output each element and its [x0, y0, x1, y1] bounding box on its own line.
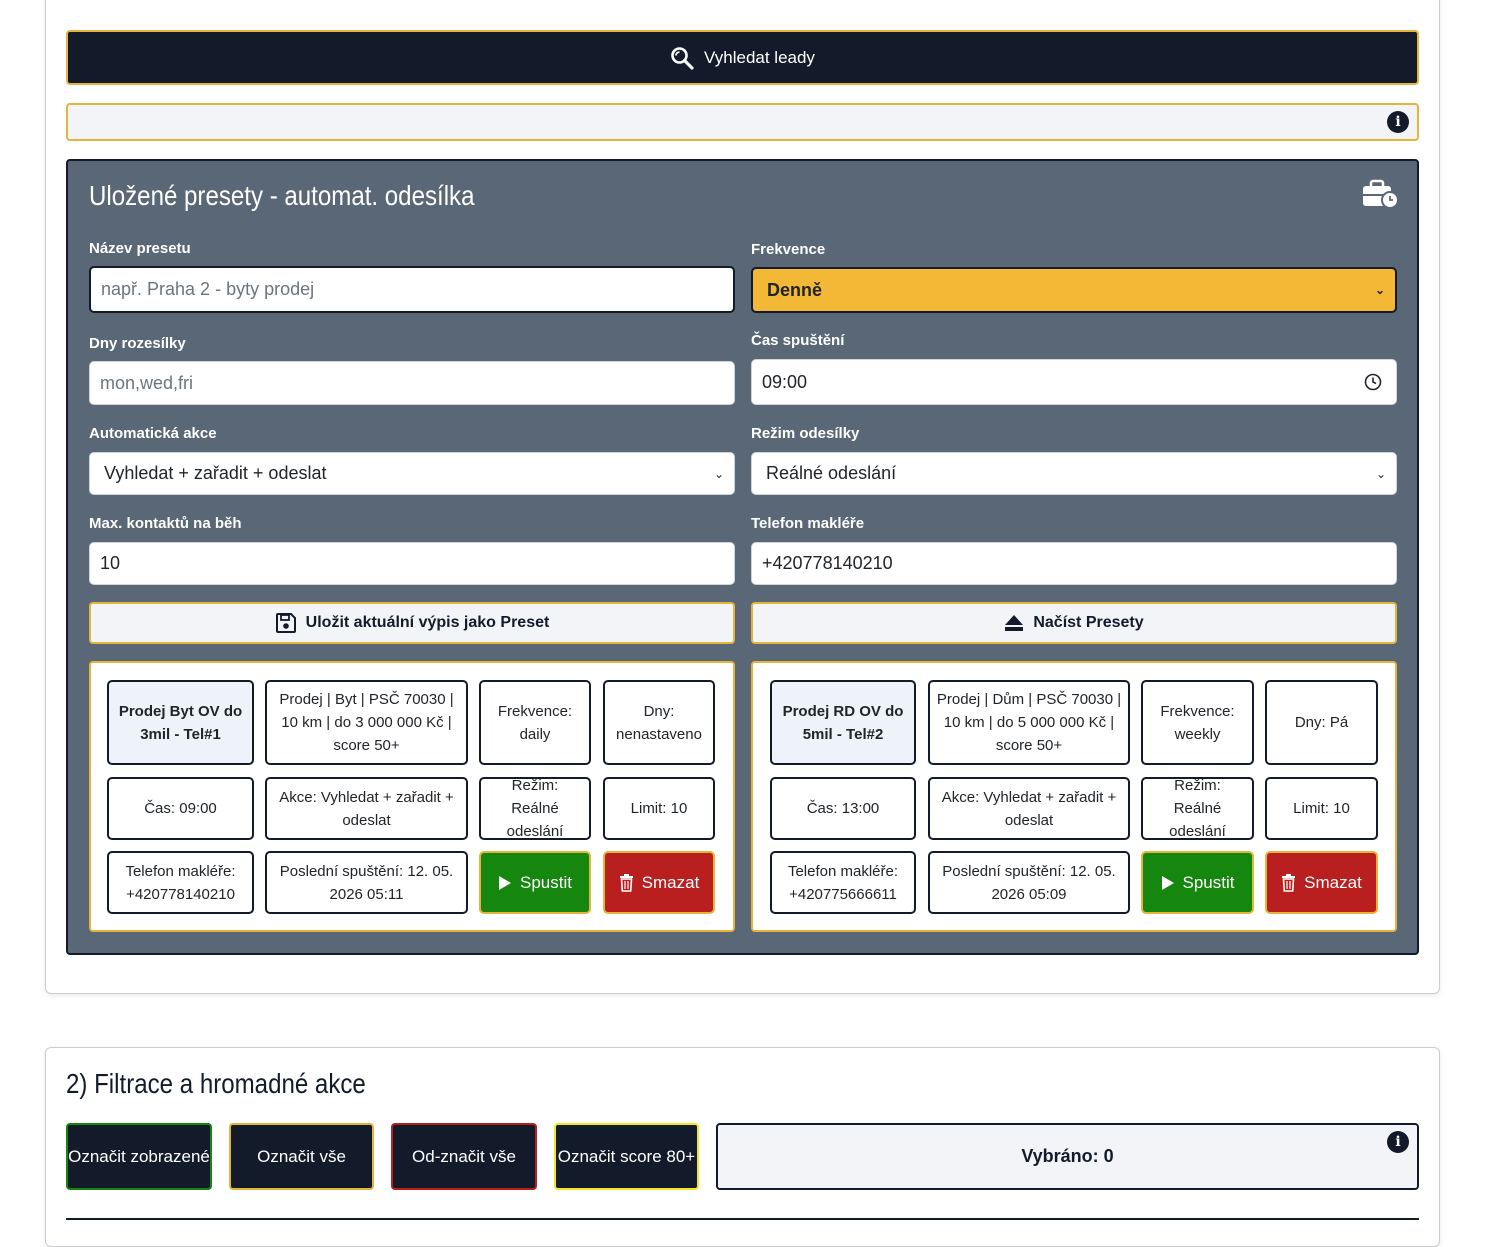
presets-panel-title: Uložené presety - automat. odesílka: [89, 180, 475, 211]
eject-icon: [1005, 615, 1024, 631]
max-contacts-input[interactable]: 10: [89, 542, 735, 585]
broker-phone-input[interactable]: +420778140210: [751, 542, 1397, 585]
delete-preset-button[interactable]: Smazat: [603, 851, 715, 914]
preset-name-label: Název presetu: [89, 240, 191, 257]
play-icon: [1161, 875, 1174, 890]
selected-count-box: Vybráno: 0 i: [716, 1123, 1419, 1190]
chevron-down-icon: ⌄: [1375, 466, 1386, 481]
action-label: Automatická akce: [89, 425, 217, 442]
preset-last-run: Poslední spuštění: 12. 05. 2026 05:11: [265, 851, 468, 914]
preset-frequency: Frekvence: daily: [479, 680, 591, 765]
play-icon: [499, 875, 511, 890]
floppy-disk-icon: [275, 613, 296, 633]
preset-days: Dny: Pá: [1265, 680, 1378, 765]
status-info-bar: i: [66, 103, 1419, 141]
run-label: Spustit: [1182, 873, 1235, 892]
search-icon: [671, 46, 694, 70]
delete-preset-button[interactable]: Smazat: [1265, 851, 1378, 914]
load-presets-button[interactable]: Načíst Presety: [751, 602, 1397, 644]
info-icon[interactable]: i: [1387, 111, 1409, 133]
mark-score-button[interactable]: Označit score 80+: [554, 1123, 699, 1190]
search-leads-label: Vyhledat leady: [704, 47, 815, 67]
preset-frequency: Frekvence: weekly: [1141, 680, 1254, 765]
search-leads-button[interactable]: Vyhledat leady: [66, 30, 1419, 85]
preset-phone: Telefon makléře: +420775666611: [770, 851, 916, 914]
selected-count: Vybráno: 0: [1021, 1146, 1114, 1166]
preset-time: Čas: 13:00: [770, 777, 916, 840]
divider: [66, 1218, 1419, 1220]
preset-mode: Režim: Reálné odeslání: [479, 777, 591, 840]
preset-time: Čas: 09:00: [107, 777, 254, 840]
run-preset-button[interactable]: Spustit: [479, 851, 591, 914]
mode-value: Reálné odeslání: [766, 463, 897, 483]
run-preset-button[interactable]: Spustit: [1141, 851, 1254, 914]
preset-name: Prodej Byt OV do 3mil - Tel#1: [107, 680, 254, 765]
preset-description: Prodej | Byt | PSČ 70030 | 10 km | do 3 …: [265, 680, 468, 765]
preset-name-input[interactable]: např. Praha 2 - byty prodej: [89, 266, 735, 313]
preset-phone: Telefon makléře: +420778140210: [107, 851, 254, 914]
action-select[interactable]: Vyhledat + zařadit + odeslat ⌄: [89, 452, 735, 495]
days-label: Dny rozesílky: [89, 335, 186, 352]
preset-action: Akce: Vyhledat + zařadit + odeslat: [265, 777, 468, 840]
run-label: Spustit: [520, 873, 572, 892]
unmark-all-button[interactable]: Od-značit vše: [391, 1123, 537, 1190]
save-preset-label: Uložit aktuální výpis jako Preset: [305, 614, 550, 631]
preset-limit: Limit: 10: [603, 777, 715, 840]
frequency-value: Denně: [767, 279, 823, 300]
time-value: 09:00: [762, 371, 808, 392]
clock-icon[interactable]: [1364, 373, 1382, 396]
time-input[interactable]: 09:00: [751, 359, 1397, 405]
time-label: Čas spuštění: [751, 332, 845, 349]
load-presets-label: Načíst Presety: [1033, 614, 1144, 631]
trash-icon: [1282, 873, 1296, 892]
mode-label: Režim odesílky: [751, 425, 860, 442]
mark-all-button[interactable]: Označit vše: [229, 1123, 374, 1190]
delete-label: Smazat: [641, 873, 700, 892]
mark-visible-button[interactable]: Označit zobrazené: [66, 1123, 212, 1190]
section-title: 2) Filtrace a hromadné akce: [66, 1068, 366, 1099]
chevron-down-icon: ⌄: [713, 466, 724, 481]
preset-days: Dny: nenastaveno: [603, 680, 715, 765]
preset-action: Akce: Vyhledat + zařadit + odeslat: [928, 777, 1130, 840]
preset-last-run: Poslední spuštění: 12. 05. 2026 05:09: [928, 851, 1130, 914]
preset-limit: Limit: 10: [1265, 777, 1378, 840]
briefcase-clock-icon: [1362, 178, 1400, 210]
frequency-label: Frekvence: [751, 241, 826, 258]
chevron-down-icon: ⌄: [1374, 283, 1385, 297]
save-preset-button[interactable]: Uložit aktuální výpis jako Preset: [89, 602, 735, 644]
delete-label: Smazat: [1304, 873, 1362, 892]
info-icon[interactable]: i: [1387, 1131, 1409, 1153]
trash-icon: [619, 873, 633, 892]
frequency-select[interactable]: Denně ⌄: [751, 267, 1397, 313]
broker-phone-label: Telefon makléře: [751, 515, 865, 532]
preset-name: Prodej RD OV do 5mil - Tel#2: [770, 680, 916, 765]
preset-description: Prodej | Dům | PSČ 70030 | 10 km | do 5 …: [928, 680, 1130, 765]
max-contacts-label: Max. kontaktů na běh: [89, 515, 242, 532]
preset-mode: Režim: Reálné odeslání: [1141, 777, 1254, 840]
mode-select[interactable]: Reálné odeslání ⌄: [751, 452, 1397, 495]
days-input[interactable]: mon,wed,fri: [89, 361, 735, 405]
action-value: Vyhledat + zařadit + odeslat: [104, 463, 327, 483]
